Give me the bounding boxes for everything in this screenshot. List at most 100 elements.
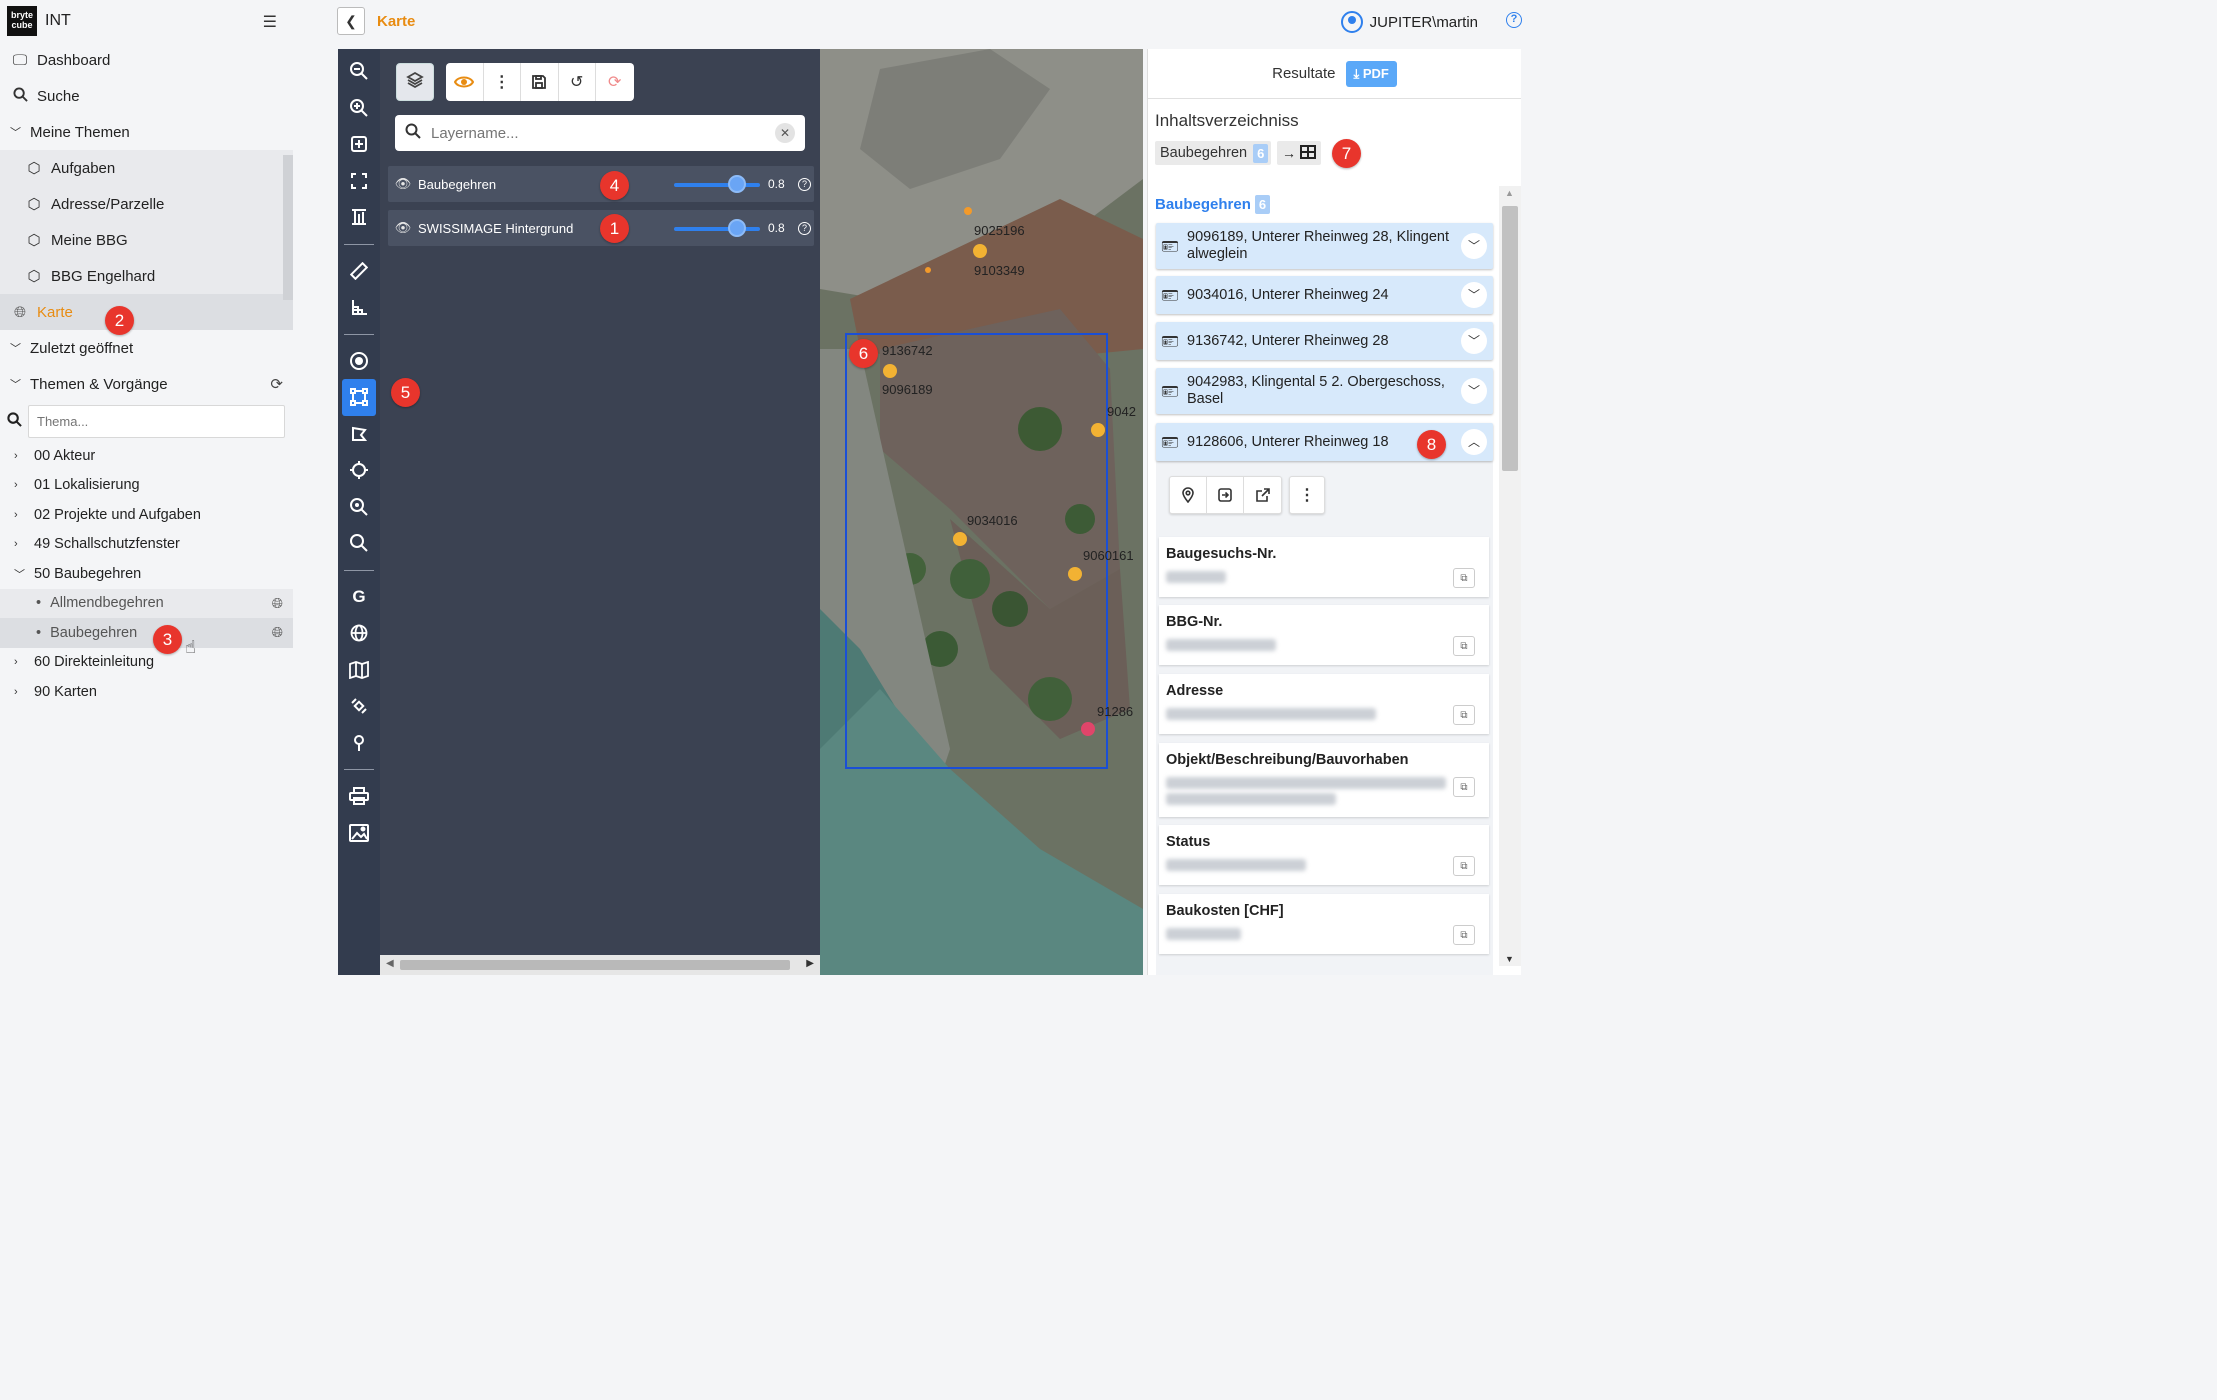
layer-search-input[interactable] xyxy=(431,124,761,142)
nav-dashboard[interactable]: 🖵 Dashboard xyxy=(0,42,293,78)
zoom-in-icon[interactable] xyxy=(338,90,380,127)
tree-leaf-allmendbegehren[interactable]: • Allmendbegehren 🌐︎ xyxy=(0,588,293,618)
opacity-slider[interactable] xyxy=(674,227,760,231)
nav-meine-themen-label: Meine Themen xyxy=(30,123,130,141)
scroll-left-icon[interactable]: ◀ xyxy=(386,958,394,969)
result-item[interactable]: 🪪︎ 9042983, Klingental 5 2. Obergeschoss… xyxy=(1156,368,1493,414)
tree-item-50-baubegehren[interactable]: ﹀ 50 Baubegehren xyxy=(0,559,293,589)
print-icon[interactable] xyxy=(338,778,380,815)
chevron-down-icon[interactable]: ﹀ xyxy=(1461,328,1487,354)
help-icon[interactable]: ? xyxy=(1506,12,1522,28)
app-logo[interactable]: bryte cube xyxy=(7,6,37,36)
more-vertical-icon[interactable]: ⋮ xyxy=(1289,476,1325,514)
nav-bbg-engelhard[interactable]: ⬡ BBG Engelhard xyxy=(0,258,293,294)
results-panel: Resultate ⤓ PDF Inhaltsverzeichniss Baub… xyxy=(1147,49,1521,975)
select-point-icon[interactable] xyxy=(338,343,380,380)
save-icon[interactable] xyxy=(521,63,559,101)
layer-panel-scrollbar[interactable]: ◀ ▶ xyxy=(380,955,820,975)
map-icon[interactable] xyxy=(338,652,380,689)
opacity-slider[interactable] xyxy=(674,183,760,187)
globe-icon[interactable] xyxy=(338,615,380,652)
layer-info-icon[interactable]: ? xyxy=(798,177,811,191)
zoom-out-icon[interactable] xyxy=(338,53,380,90)
scroll-up-icon[interactable]: ▲ xyxy=(1505,188,1514,198)
elevation-icon[interactable] xyxy=(338,199,380,236)
tree-item-49-schallschutz[interactable]: › 49 Schallschutzfenster xyxy=(0,530,293,560)
toc-chip-baubegehren[interactable]: Baubegehren 6 xyxy=(1155,141,1272,165)
results-scrollbar[interactable]: ▲ ▼ xyxy=(1499,186,1521,966)
search-icon[interactable] xyxy=(338,525,380,562)
user-menu[interactable]: JUPITER\martin xyxy=(1340,11,1478,33)
nav-meine-themen[interactable]: ﹀ Meine Themen xyxy=(0,114,293,150)
tree-item-00-akteur[interactable]: › 00 Akteur xyxy=(0,441,293,471)
result-item[interactable]: 🪪︎ 9034016, Unterer Rheinweg 24 ﹀ xyxy=(1156,276,1493,314)
satellite-icon[interactable] xyxy=(338,688,380,725)
select-circle-icon[interactable] xyxy=(338,452,380,489)
opacity-slider-knob[interactable] xyxy=(728,219,746,237)
map-canvas[interactable]: 9025196 9103349 9136742 9096189 9034016 … xyxy=(820,49,1143,975)
fullscreen-icon[interactable] xyxy=(338,163,380,200)
pin-icon[interactable] xyxy=(338,725,380,762)
eye-icon[interactable]: 👁︎ xyxy=(388,220,418,236)
group-label-baubegehren[interactable]: Baubegehren 6 xyxy=(1155,195,1273,214)
tree-item-60-direkteinleitung[interactable]: › 60 Direkteinleitung xyxy=(0,648,293,678)
tree-item-02-projekte[interactable]: › 02 Projekte und Aufgaben xyxy=(0,500,293,530)
refresh-icon[interactable]: ⟳ xyxy=(270,375,283,393)
select-polygon-icon[interactable] xyxy=(338,416,380,453)
opacity-slider-knob[interactable] xyxy=(728,175,746,193)
nav-themen-vorgaenge[interactable]: ﹀ Themen & Vorgänge ⟳ xyxy=(0,366,293,402)
back-button[interactable]: ❮ xyxy=(337,7,365,35)
nav-karte[interactable]: 🌐︎ Karte xyxy=(0,294,293,330)
pdf-export-button[interactable]: ⤓ PDF xyxy=(1345,60,1397,87)
nav-suche[interactable]: Suche xyxy=(0,78,293,114)
undo-icon[interactable]: ↺ xyxy=(559,63,596,101)
copy-icon[interactable]: ⧉ xyxy=(1453,856,1475,876)
copy-icon[interactable]: ⧉ xyxy=(1453,777,1475,797)
hamburger-menu-icon[interactable]: ☰ xyxy=(263,12,277,32)
globe-icon[interactable]: 🌐︎ xyxy=(272,624,283,641)
theme-search-input[interactable] xyxy=(28,405,285,438)
chevron-down-icon[interactable]: ﹀ xyxy=(1461,233,1487,259)
select-rectangle-icon[interactable] xyxy=(342,379,376,416)
measure-area-icon[interactable] xyxy=(338,289,380,326)
result-item-text: 9128606, Unterer Rheinweg 18 xyxy=(1187,433,1389,450)
locate-pin-icon[interactable] xyxy=(1170,477,1207,513)
nav-adresse-parzelle[interactable]: ⬡ Adresse/Parzelle xyxy=(0,186,293,222)
clear-icon[interactable]: ✕ xyxy=(775,123,795,143)
sidebar-scrollbar[interactable] xyxy=(283,155,293,300)
visibility-eye-icon[interactable] xyxy=(446,63,484,101)
copy-icon[interactable]: ⧉ xyxy=(1453,568,1475,588)
zoom-to-icon[interactable] xyxy=(338,489,380,526)
nav-meine-bbg[interactable]: ⬡ Meine BBG xyxy=(0,222,293,258)
tree-item-01-lokalisierung[interactable]: › 01 Lokalisierung xyxy=(0,471,293,501)
nav-zuletzt-geoeffnet[interactable]: ﹀ Zuletzt geöffnet xyxy=(0,330,293,366)
layers-toggle-button[interactable] xyxy=(396,63,434,101)
nav-aufgaben[interactable]: ⬡ Aufgaben xyxy=(0,150,293,186)
result-item[interactable]: 🪪︎ 9096189, Unterer Rheinweg 28, Klingen… xyxy=(1156,223,1493,269)
chevron-up-icon[interactable]: ︿ xyxy=(1461,429,1487,455)
add-box-icon[interactable] xyxy=(338,126,380,163)
reload-icon[interactable]: ⟳ xyxy=(596,63,634,101)
eye-icon[interactable]: 👁︎ xyxy=(388,176,418,192)
image-export-icon[interactable] xyxy=(338,815,380,852)
tree-item-90-karten[interactable]: › 90 Karten xyxy=(0,677,293,707)
tree-leaf-baubegehren[interactable]: • Baubegehren 🌐︎ xyxy=(0,618,293,648)
chevron-down-icon[interactable]: ﹀ xyxy=(1461,378,1487,404)
layer-info-icon[interactable]: ? xyxy=(798,221,811,235)
open-table-button[interactable]: → xyxy=(1277,141,1321,165)
scroll-down-icon[interactable]: ▼ xyxy=(1505,954,1514,964)
google-icon[interactable]: G xyxy=(338,579,380,616)
copy-icon[interactable]: ⧉ xyxy=(1453,636,1475,656)
scroll-right-icon[interactable]: ▶ xyxy=(806,958,814,969)
scroll-thumb[interactable] xyxy=(1502,206,1518,471)
open-in-icon[interactable] xyxy=(1207,477,1244,513)
scroll-thumb[interactable] xyxy=(400,960,790,970)
copy-icon[interactable]: ⧉ xyxy=(1453,925,1475,945)
copy-icon[interactable]: ⧉ xyxy=(1453,705,1475,725)
measure-ruler-icon[interactable] xyxy=(338,253,380,290)
result-item[interactable]: 🪪︎ 9136742, Unterer Rheinweg 28 ﹀ xyxy=(1156,322,1493,360)
chevron-down-icon[interactable]: ﹀ xyxy=(1461,282,1487,308)
external-link-icon[interactable] xyxy=(1244,477,1281,513)
globe-icon[interactable]: 🌐︎ xyxy=(272,595,283,612)
more-vertical-icon[interactable]: ⋮ xyxy=(484,63,521,101)
